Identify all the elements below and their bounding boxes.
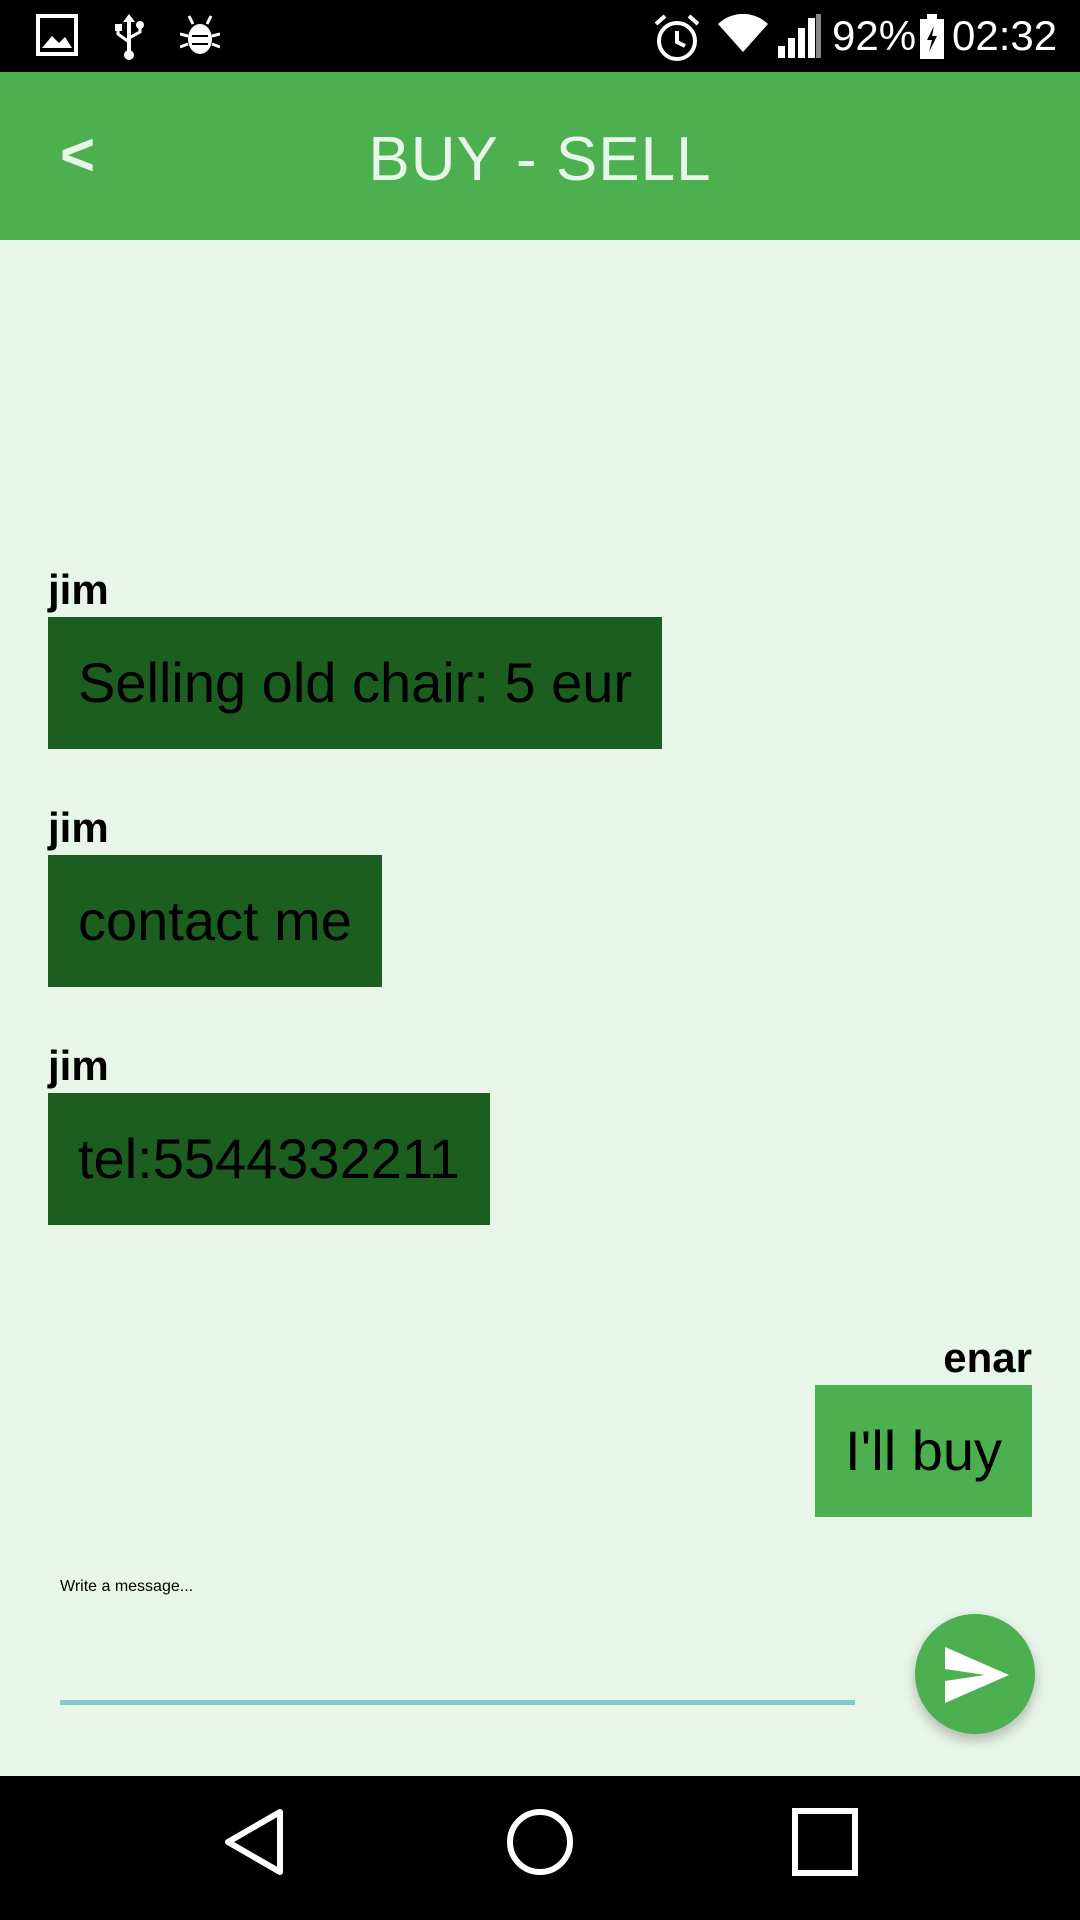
bug-icon [179,14,221,61]
wifi-icon [716,13,770,59]
gallery-icon [36,14,78,61]
message-bubble[interactable]: tel:5544332211 [48,1093,490,1225]
message-bubble[interactable]: Selling old chair: 5 eur [48,617,663,749]
battery-icon [918,14,946,65]
message-bubble[interactable]: I'll buy [815,1385,1032,1517]
signal-icon [778,14,822,63]
page-title: BUY - SELL [368,125,712,194]
message-list[interactable]: jim Selling old chair: 5 eur jim contact… [0,240,1080,1550]
message-input[interactable] [60,1600,855,1705]
clock: 02:32 [952,12,1058,59]
message-input-hint: Write a message... [60,1578,194,1595]
usb-icon [112,14,146,65]
message-author: jim [48,1042,109,1089]
back-triangle-icon[interactable] [222,1806,286,1883]
send-button[interactable] [915,1614,1035,1734]
app-bar: < BUY - SELL [0,72,1080,240]
message-author: jim [48,566,109,613]
home-circle-icon[interactable] [505,1806,575,1883]
status-bar: 92% 02:32 [0,0,1080,72]
message-author: jim [48,804,109,851]
recents-square-icon[interactable] [790,1806,860,1883]
alarm-icon [652,14,702,67]
message-bubble[interactable]: contact me [48,855,382,987]
send-icon [945,1647,1009,1703]
system-nav-bar [0,1776,1080,1920]
message-author: enar [943,1334,1032,1381]
battery-percent: 92% [832,12,917,59]
